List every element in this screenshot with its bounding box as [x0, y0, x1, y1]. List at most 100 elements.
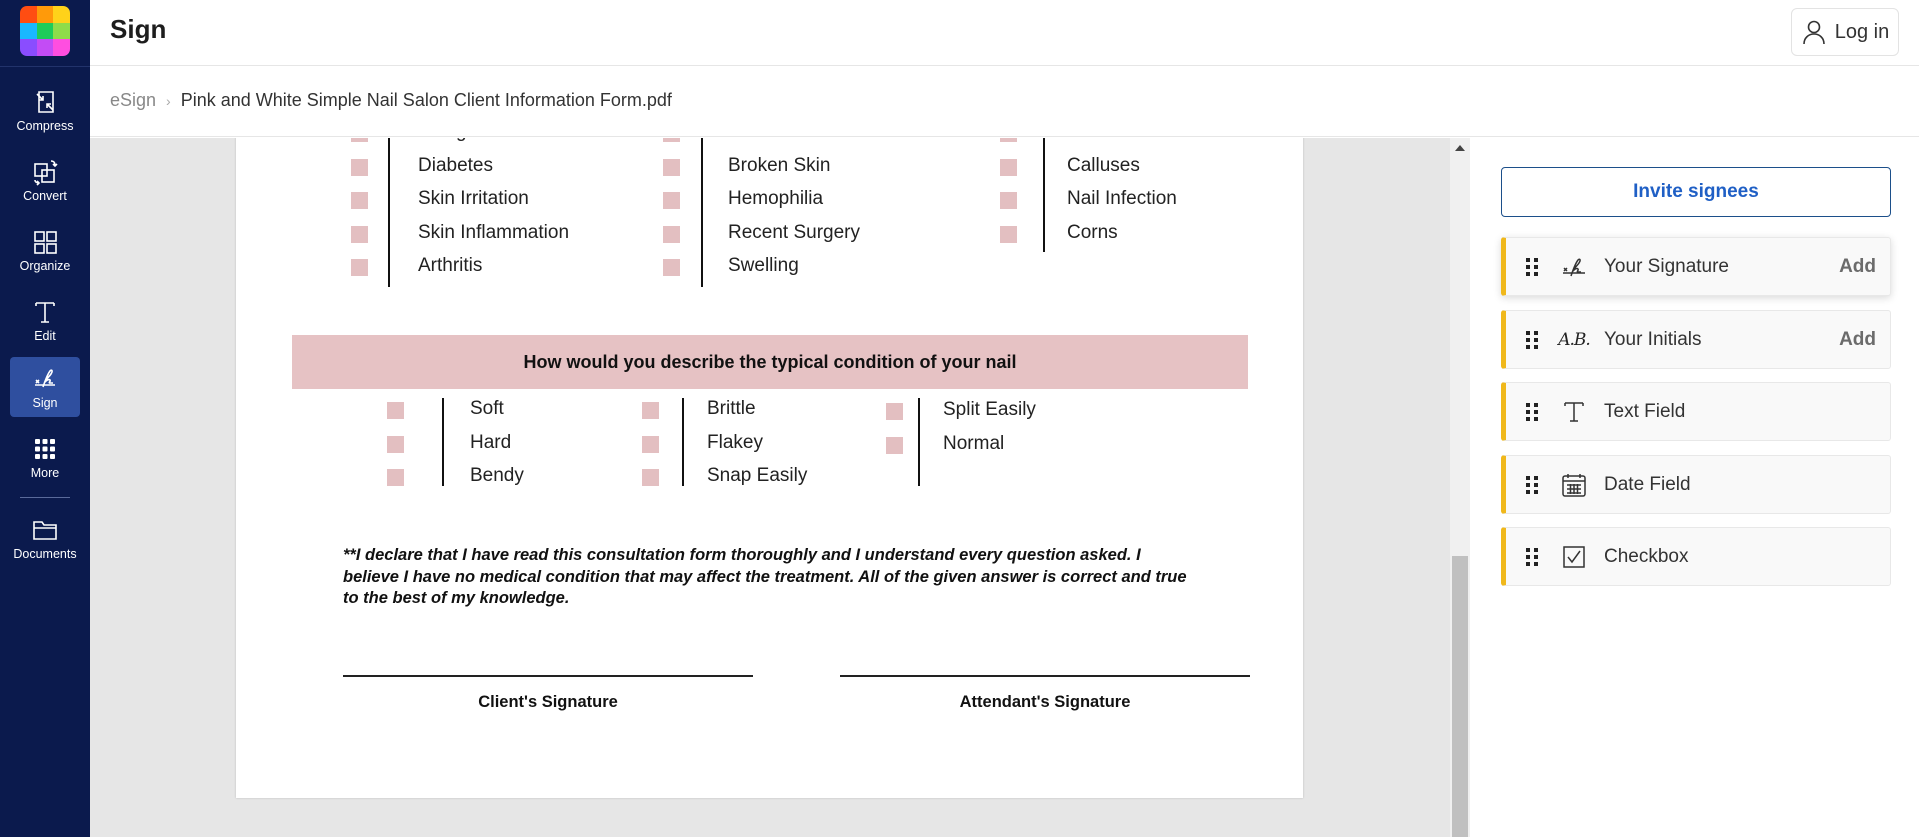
left-navigation: Compress Convert Organize Edit Sign More… [0, 0, 90, 837]
nail-condition-label: Flakey [707, 431, 763, 453]
scroll-up-arrow-icon[interactable] [1455, 145, 1465, 151]
condition-checkbox[interactable] [663, 225, 680, 243]
field-checkbox[interactable]: Checkbox [1501, 527, 1891, 586]
condition-label: Diabetes [418, 154, 493, 176]
text-field-icon [1564, 401, 1584, 422]
condition-checkbox[interactable] [351, 158, 368, 176]
field-label: Checkbox [1604, 545, 1689, 567]
column-divider [442, 398, 444, 486]
condition-checkbox[interactable] [1000, 158, 1017, 176]
document-viewer[interactable]: How would you describe the typical condi… [90, 138, 1450, 837]
nav-item-convert[interactable]: Convert [10, 150, 80, 210]
condition-checkbox[interactable] [1000, 192, 1017, 209]
nav-label: Organize [19, 258, 71, 273]
nav-item-more[interactable]: More [10, 427, 80, 487]
condition-checkbox[interactable] [351, 225, 368, 243]
nail-condition-label: Brittle [707, 398, 756, 419]
convert-icon [34, 159, 58, 186]
login-button[interactable]: Log in [1791, 8, 1899, 56]
condition-checkbox[interactable] [663, 158, 680, 176]
nav-label: Sign [32, 395, 58, 410]
condition-label: Allergies [418, 138, 491, 143]
nail-condition-title: How would you describe the typical condi… [523, 351, 1017, 372]
condition-label: Blood Born Disease [728, 138, 896, 143]
add-signature-button[interactable]: Add [1839, 256, 1876, 278]
field-your-signature[interactable]: Your Signature Add [1501, 237, 1891, 296]
field-label: Date Field [1604, 473, 1691, 495]
condition-label: Swelling [728, 255, 799, 276]
more-icon [35, 438, 55, 459]
nav-item-sign[interactable]: Sign [10, 357, 80, 417]
nav-item-compress[interactable]: Compress [10, 80, 80, 140]
nail-condition-banner: How would you describe the typical condi… [292, 335, 1248, 389]
condition-checkbox[interactable] [351, 192, 368, 209]
invite-signees-label: Invite signees [1633, 181, 1759, 202]
pdf-page[interactable]: How would you describe the typical condi… [236, 138, 1303, 798]
nail-condition-label: Snap Easily [707, 465, 808, 486]
condition-checkbox[interactable] [1000, 138, 1017, 142]
field-label: Your Initials [1604, 328, 1702, 350]
breadcrumb-root[interactable]: eSign [110, 90, 156, 111]
condition-checkbox[interactable] [351, 259, 368, 276]
nav-label: Convert [23, 188, 67, 203]
login-label: Log in [1834, 20, 1890, 43]
condition-checkbox[interactable] [663, 192, 680, 209]
nail-condition-checkbox[interactable] [642, 435, 659, 453]
field-label: Your Signature [1604, 255, 1730, 277]
column-divider [1043, 138, 1045, 252]
condition-checkbox[interactable] [1000, 225, 1017, 243]
nail-condition-label: Hard [470, 431, 512, 453]
nail-condition-checkbox[interactable] [387, 435, 404, 453]
field-text-field[interactable]: Text Field [1501, 382, 1891, 441]
nail-condition-checkbox[interactable] [642, 402, 659, 419]
app-title: Sign [110, 14, 167, 44]
nail-condition-checkbox[interactable] [387, 402, 404, 419]
client-signature-caption: Client's Signature [478, 693, 618, 711]
logo-tile [36, 6, 54, 23]
nav-label: Documents [13, 546, 77, 561]
nail-condition-checkbox[interactable] [886, 436, 903, 454]
drag-handle-icon[interactable] [1526, 475, 1538, 494]
nail-condition-checkbox[interactable] [642, 469, 659, 486]
sign-icon [35, 368, 55, 387]
field-your-initials[interactable]: A.B. Your Initials Add [1501, 310, 1891, 369]
drag-handle-icon[interactable] [1526, 330, 1538, 349]
top-bar: Sign Log in [90, 0, 1919, 66]
condition-label: Skin Irritation [418, 188, 529, 209]
column-divider [682, 398, 684, 486]
nail-condition-checkbox[interactable] [886, 403, 903, 420]
condition-label: Calluses [1067, 154, 1140, 176]
client-signature-line[interactable] [343, 675, 753, 677]
vertical-scrollbar[interactable] [1450, 138, 1470, 837]
drag-handle-icon[interactable] [1526, 402, 1538, 421]
nav-item-organize[interactable]: Organize [10, 220, 80, 280]
condition-checkbox[interactable] [663, 138, 680, 142]
condition-label: Broken Skin [728, 154, 831, 176]
attendant-signature-line[interactable] [840, 675, 1250, 677]
scrollbar-thumb[interactable] [1452, 556, 1468, 837]
nav-item-documents[interactable]: Documents [10, 508, 80, 568]
initials-icon: A.B. [1558, 329, 1591, 350]
condition-label: Corns [1067, 221, 1118, 243]
drag-handle-icon[interactable] [1526, 257, 1538, 276]
field-date-field[interactable]: Date Field [1501, 455, 1891, 514]
add-initials-button[interactable]: Add [1839, 329, 1876, 351]
app-logo[interactable] [20, 6, 70, 56]
invite-signees-button[interactable]: Invite signees [1501, 167, 1891, 217]
breadcrumb-file-name: Pink and White Simple Nail Salon Client … [180, 90, 672, 110]
condition-checkbox[interactable] [663, 259, 680, 276]
logo-tile [53, 22, 70, 40]
column-divider [388, 138, 390, 287]
condition-checkbox[interactable] [351, 138, 368, 142]
sign-fields-panel: Invite signees Your Signature Add A.B. Y… [1470, 138, 1919, 837]
attendant-signature-caption: Attendant's Signature [959, 693, 1131, 711]
logo-tile [53, 6, 70, 23]
drag-handle-icon[interactable] [1526, 547, 1538, 566]
logo-tile [20, 22, 37, 40]
nail-condition-checkbox[interactable] [387, 469, 404, 486]
checkbox-icon [1563, 545, 1585, 568]
nail-condition-label: Soft [470, 398, 504, 419]
logo-tile [20, 6, 37, 23]
nav-item-edit[interactable]: Edit [10, 290, 80, 350]
condition-label: Arthritis [418, 255, 483, 276]
